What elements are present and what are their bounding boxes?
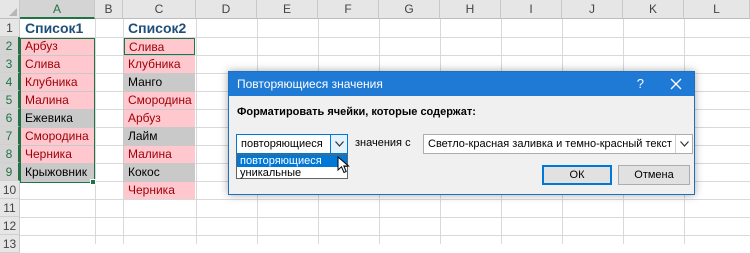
list1-cell[interactable]: Смородина bbox=[21, 128, 94, 145]
list2-cell[interactable]: Манго bbox=[124, 74, 195, 91]
row-header-9[interactable]: 9 bbox=[0, 163, 20, 181]
gridline bbox=[20, 235, 750, 236]
values-with-label: значения с bbox=[355, 137, 411, 149]
cancel-button[interactable]: Отмена bbox=[618, 165, 690, 185]
list2-cell[interactable]: Лайм bbox=[124, 128, 195, 145]
list2-cell[interactable]: Слива bbox=[124, 38, 195, 55]
row-header-7[interactable]: 7 bbox=[0, 127, 20, 145]
column-header-e[interactable]: E bbox=[257, 0, 318, 19]
list1-header[interactable]: Список1 bbox=[21, 19, 95, 36]
gridline bbox=[20, 199, 750, 200]
list1-cell[interactable]: Ежевика bbox=[21, 110, 94, 127]
rule-type-select[interactable]: повторяющиеся bbox=[236, 134, 348, 154]
row-header-5[interactable]: 5 bbox=[0, 91, 20, 109]
list2-cell[interactable]: Малина bbox=[124, 146, 195, 163]
option-duplicate[interactable]: повторяющиеся bbox=[237, 155, 347, 167]
list1-cell[interactable]: Арбуз bbox=[21, 38, 94, 55]
list1-cell[interactable]: Черника bbox=[21, 146, 94, 163]
dialog-prompt: Форматировать ячейки, которые содержат: bbox=[237, 106, 476, 118]
column-header-g[interactable]: G bbox=[379, 0, 440, 19]
row-header-13[interactable]: 13 bbox=[0, 235, 20, 253]
column-header-h[interactable]: H bbox=[440, 0, 501, 19]
column-header-d[interactable]: D bbox=[196, 0, 257, 19]
column-header-c[interactable]: C bbox=[123, 0, 196, 19]
list2-cell[interactable]: Клубника bbox=[124, 56, 195, 73]
row-header-2[interactable]: 2 bbox=[0, 37, 20, 55]
rule-type-dropdown-list: повторяющиеся уникальные bbox=[236, 154, 348, 179]
gridline bbox=[95, 19, 96, 244]
row-header-3[interactable]: 3 bbox=[0, 55, 20, 73]
fill-handle[interactable] bbox=[90, 179, 96, 185]
column-header-k[interactable]: K bbox=[623, 0, 684, 19]
row-header-12[interactable]: 12 bbox=[0, 217, 20, 235]
row-header-6[interactable]: 6 bbox=[0, 109, 20, 127]
mouse-cursor-icon bbox=[337, 156, 350, 174]
close-icon[interactable] bbox=[670, 74, 682, 95]
row-header-8[interactable]: 8 bbox=[0, 145, 20, 163]
rule-type-value: повторяющиеся bbox=[241, 138, 323, 150]
help-button[interactable]: ? bbox=[637, 76, 644, 91]
list1-cell[interactable]: Слива bbox=[21, 56, 94, 73]
list2-cell[interactable]: Арбуз bbox=[124, 110, 195, 127]
dialog-title: Повторяющиеся значения bbox=[237, 77, 383, 91]
row-header-1[interactable]: 1 bbox=[0, 19, 20, 37]
column-header-l[interactable]: L bbox=[684, 0, 750, 19]
list1-cell[interactable]: Клубника bbox=[21, 74, 94, 91]
column-header-f[interactable]: F bbox=[318, 0, 379, 19]
format-select[interactable]: Светло-красная заливка и темно-красный т… bbox=[423, 134, 693, 154]
option-unique[interactable]: уникальные bbox=[237, 167, 347, 179]
row-header-11[interactable]: 11 bbox=[0, 199, 20, 217]
list2-cell[interactable]: Смородина bbox=[124, 92, 195, 109]
format-value: Светло-красная заливка и темно-красный т… bbox=[428, 138, 672, 150]
duplicate-values-dialog: Повторяющиеся значения ? Форматировать я… bbox=[228, 71, 695, 195]
list1-cell[interactable]: Малина bbox=[21, 92, 94, 109]
list2-header[interactable]: Список2 bbox=[124, 19, 196, 36]
column-header-a[interactable]: A bbox=[20, 0, 95, 19]
list1-cell[interactable]: Крыжовник bbox=[21, 164, 94, 181]
chevron-down-icon[interactable] bbox=[330, 135, 347, 153]
list2-cell[interactable]: Черника bbox=[124, 182, 195, 199]
row-header-4[interactable]: 4 bbox=[0, 73, 20, 91]
column-header-i[interactable]: I bbox=[501, 0, 562, 19]
row-header-10[interactable]: 10 bbox=[0, 181, 20, 199]
list2-cell[interactable]: Кокос bbox=[124, 164, 195, 181]
ok-button[interactable]: ОК bbox=[542, 165, 612, 185]
dialog-title-bar[interactable]: Повторяющиеся значения ? bbox=[229, 72, 694, 96]
column-header-b[interactable]: B bbox=[95, 0, 123, 19]
chevron-down-icon[interactable] bbox=[675, 135, 692, 153]
gridline bbox=[20, 217, 750, 218]
gridline bbox=[196, 19, 197, 244]
select-all-corner[interactable] bbox=[0, 0, 20, 19]
column-header-j[interactable]: J bbox=[562, 0, 623, 19]
